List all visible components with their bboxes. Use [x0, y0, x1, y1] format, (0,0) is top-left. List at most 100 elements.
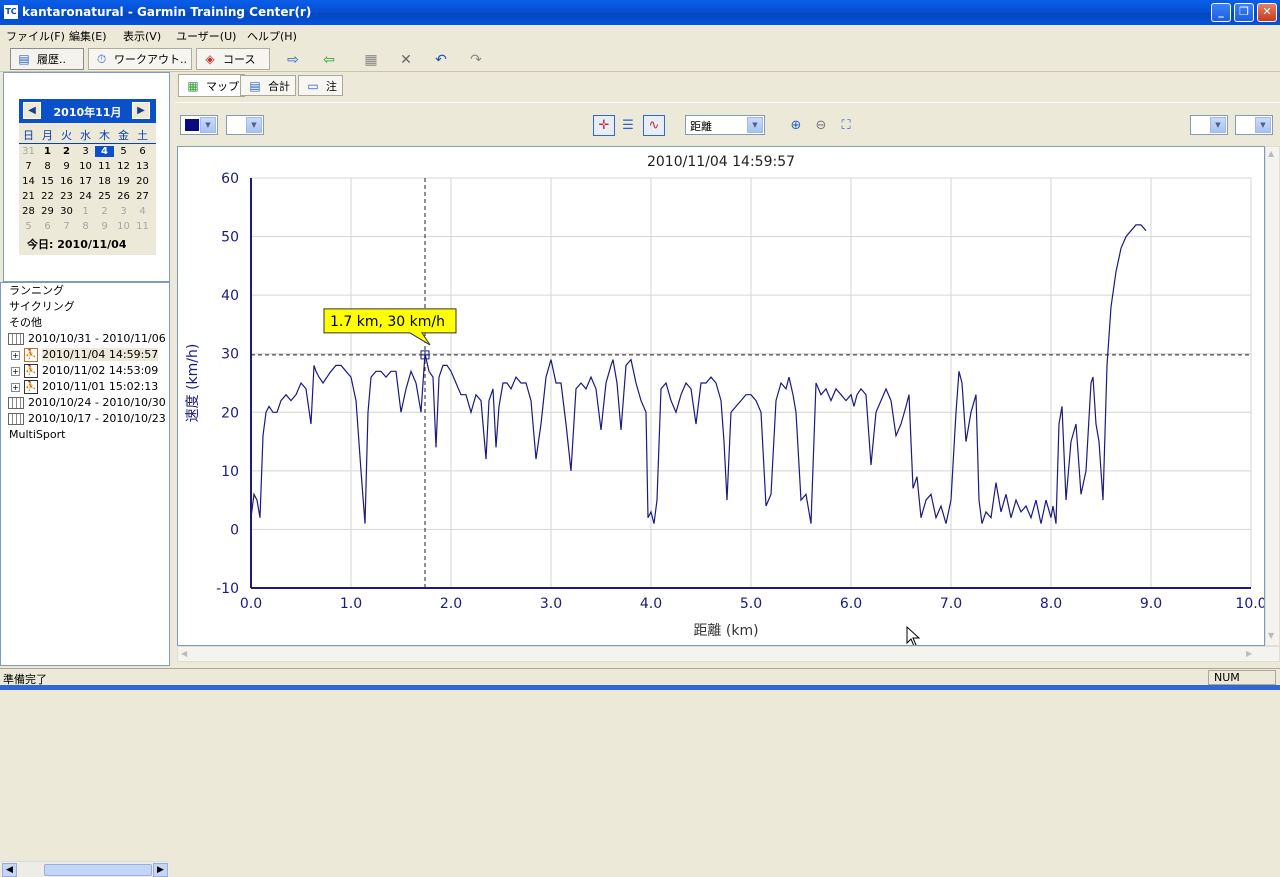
menu-user[interactable]: ユーザー(U) [176, 28, 236, 44]
tree-multisport[interactable]: MultiSport [9, 427, 65, 443]
calendar-day[interactable]: 22 [38, 191, 57, 202]
close-button[interactable]: ✕ [1257, 3, 1277, 22]
band-button[interactable]: ☰ [617, 115, 639, 136]
calendar-day[interactable]: 10 [114, 221, 133, 232]
tab-notes[interactable]: ▭ 注 [298, 75, 343, 96]
expand-icon[interactable]: + [11, 366, 20, 376]
course-button[interactable]: ◈ コース [196, 48, 270, 70]
line-color-select[interactable]: ▼ [180, 115, 218, 135]
tree-activity-item[interactable]: + ⛹ 2010/11/04 14:59:57 [11, 347, 159, 363]
tree-activity-item[interactable]: + ⛹ 2010/11/02 14:53:09 [11, 363, 158, 379]
calendar-day[interactable]: 5 [19, 221, 38, 232]
calendar-day[interactable]: 17 [76, 176, 95, 187]
calendar-day[interactable]: 7 [19, 161, 38, 172]
calendar-day[interactable]: 30 [57, 206, 76, 217]
chevron-down-icon[interactable]: ▼ [1255, 117, 1271, 133]
fit-view-icon[interactable]: ⛶ [835, 115, 857, 136]
menu-edit[interactable]: 編集(E) [69, 28, 107, 44]
workout-button[interactable]: ⏱ ワークアウト.. [88, 48, 192, 70]
tab-map[interactable]: ▦ マップ [178, 74, 245, 97]
tree-category-cycling[interactable]: サイクリング [9, 299, 75, 315]
tree-week-item[interactable]: 2010/10/31 - 2010/11/06 [8, 331, 166, 347]
line-style-select[interactable]: ▼ [226, 115, 264, 135]
calendar-day[interactable]: 20 [133, 176, 152, 187]
chart-area[interactable]: 0.0 1.0 2.0 3.0 4.0 5.0 6.0 7.0 8.0 9.0 10.0 -10 0 10… [177, 146, 1265, 646]
calendar-day[interactable]: 5 [114, 146, 133, 157]
expand-icon[interactable]: + [11, 382, 20, 392]
scroll-up-icon[interactable]: ▲ [1268, 149, 1274, 158]
send-to-device-icon[interactable]: ⇨ [282, 51, 304, 69]
calendar-day[interactable]: 1 [38, 146, 57, 157]
calendar-day[interactable]: 11 [133, 221, 152, 232]
calendar-day[interactable]: 27 [133, 191, 152, 202]
next-month-button[interactable]: ▶ [132, 102, 150, 119]
zoom-out-icon[interactable]: ⊖ [810, 115, 832, 136]
zoom-in-icon[interactable]: ⊕ [785, 115, 807, 136]
scroll-right-icon[interactable]: ▶ [1246, 649, 1252, 658]
chevron-down-icon[interactable]: ▼ [1210, 117, 1226, 133]
calendar-day[interactable]: 6 [133, 146, 152, 157]
chevron-down-icon[interactable]: ▼ [200, 117, 216, 133]
today-label[interactable]: 今日: 2010/11/04 [27, 236, 127, 252]
calendar-day[interactable]: 28 [19, 206, 38, 217]
curve-button[interactable]: ∿ [643, 115, 665, 136]
chart-vertical-scrollbar[interactable]: ▲ ▼ [1265, 146, 1280, 646]
calendar-day[interactable]: 9 [95, 221, 114, 232]
calendar-day[interactable]: 26 [114, 191, 133, 202]
calendar-day[interactable]: 9 [57, 161, 76, 172]
right-select-1[interactable]: ▼ [1190, 115, 1228, 135]
menu-file[interactable]: ファイル(F) [6, 28, 65, 44]
calendar-day[interactable]: 25 [95, 191, 114, 202]
calendar-day[interactable]: 10 [76, 161, 95, 172]
calendar-day[interactable]: 21 [19, 191, 38, 202]
chart-horizontal-scrollbar[interactable]: ◀ ▶ [177, 646, 1280, 662]
calendar-day[interactable]: 18 [95, 176, 114, 187]
delete-icon[interactable]: ✕ [395, 51, 417, 69]
calendar-day[interactable]: 1 [76, 206, 95, 217]
x-axis-select[interactable]: 距離 ▼ [685, 115, 765, 135]
right-select-2[interactable]: ▼ [1235, 115, 1273, 135]
calendar-day[interactable]: 12 [114, 161, 133, 172]
calendar-day[interactable]: 3 [76, 146, 95, 157]
calendar-day[interactable]: 4 [95, 146, 114, 157]
scroll-down-icon[interactable]: ▼ [1268, 631, 1274, 640]
calendar-day[interactable]: 4 [133, 206, 152, 217]
calendar-day[interactable]: 2 [95, 206, 114, 217]
scroll-right-icon[interactable]: ▶ [153, 863, 168, 877]
calendar-day[interactable]: 16 [57, 176, 76, 187]
calendar-day[interactable]: 3 [114, 206, 133, 217]
maximize-button[interactable]: ❐ [1234, 3, 1254, 22]
chevron-down-icon[interactable]: ▼ [246, 117, 262, 133]
menu-view[interactable]: 表示(V) [123, 28, 161, 44]
tab-totals[interactable]: ▤ 合計 [240, 75, 296, 96]
scroll-thumb[interactable] [44, 864, 152, 876]
speed-chart[interactable]: 0.0 1.0 2.0 3.0 4.0 5.0 6.0 7.0 8.0 9.0 10.0 -10 0 10… [178, 147, 1265, 646]
calendar-day[interactable]: 24 [76, 191, 95, 202]
calendar-day[interactable]: 11 [95, 161, 114, 172]
calendar-day[interactable]: 15 [38, 176, 57, 187]
redo-icon[interactable]: ↷ [465, 51, 487, 69]
receive-from-device-icon[interactable]: ⇦ [318, 51, 340, 69]
scroll-left-icon[interactable]: ◀ [181, 649, 187, 658]
calendar-day[interactable]: 14 [19, 176, 38, 187]
tree-category-other[interactable]: その他 [9, 315, 42, 331]
expand-icon[interactable]: + [11, 350, 20, 360]
calendar-day[interactable]: 7 [57, 221, 76, 232]
tree-week-item[interactable]: 2010/10/24 - 2010/10/30 [8, 395, 166, 411]
calendar-day[interactable]: 2 [57, 146, 76, 157]
calendar-day[interactable]: 19 [114, 176, 133, 187]
menu-help[interactable]: ヘルプ(H) [247, 28, 297, 44]
tree-category-running[interactable]: ランニング [9, 283, 64, 299]
calendar-day[interactable]: 23 [57, 191, 76, 202]
chevron-down-icon[interactable]: ▼ [747, 117, 763, 133]
title-bar[interactable]: TC kantaronatural - Garmin Training Cent… [0, 0, 1280, 25]
prev-month-button[interactable]: ◀ [23, 102, 41, 119]
calendar-day[interactable]: 8 [38, 161, 57, 172]
undo-icon[interactable]: ↶ [430, 51, 452, 69]
calendar-day[interactable]: 31 [19, 146, 38, 157]
tree-activity-item[interactable]: + ⛹ 2010/11/01 15:02:13 [11, 379, 158, 395]
scroll-left-icon[interactable]: ◀ [2, 863, 17, 877]
import-icon[interactable]: ▦ [360, 51, 382, 69]
calendar-day[interactable]: 8 [76, 221, 95, 232]
tree-week-item[interactable]: 2010/10/17 - 2010/10/23 [8, 411, 166, 427]
